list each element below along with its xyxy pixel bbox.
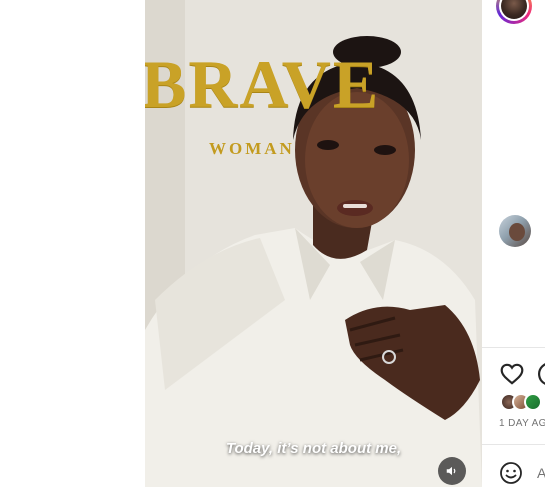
- post-sidebar: 1 DAY AGO: [482, 0, 545, 487]
- heart-outline-icon[interactable]: [499, 361, 525, 387]
- smiley-face-icon[interactable]: [499, 461, 523, 485]
- video-player[interactable]: BRAVE WOMAN Today, it’s not about me,: [145, 0, 482, 487]
- comment-input[interactable]: [537, 462, 545, 484]
- author-avatar[interactable]: [496, 0, 532, 24]
- speech-bubble-icon[interactable]: [537, 361, 545, 387]
- post-timestamp: 1 DAY AGO: [499, 418, 545, 429]
- section-divider: [482, 347, 545, 348]
- left-blank-area: [0, 0, 145, 487]
- commenter-photo: [509, 223, 525, 241]
- volume-button[interactable]: [438, 457, 466, 485]
- liker-avatar: [524, 393, 542, 411]
- commenter-avatar[interactable]: [499, 215, 531, 247]
- video-caption: Today, it’s not about me,: [225, 440, 402, 457]
- likers-avatars[interactable]: [500, 393, 545, 413]
- speaker-icon: [446, 466, 456, 476]
- wall-sign-title: BRAVE: [145, 46, 381, 122]
- wall-sign-subtitle: WOMAN: [209, 139, 295, 158]
- section-divider: [482, 444, 545, 445]
